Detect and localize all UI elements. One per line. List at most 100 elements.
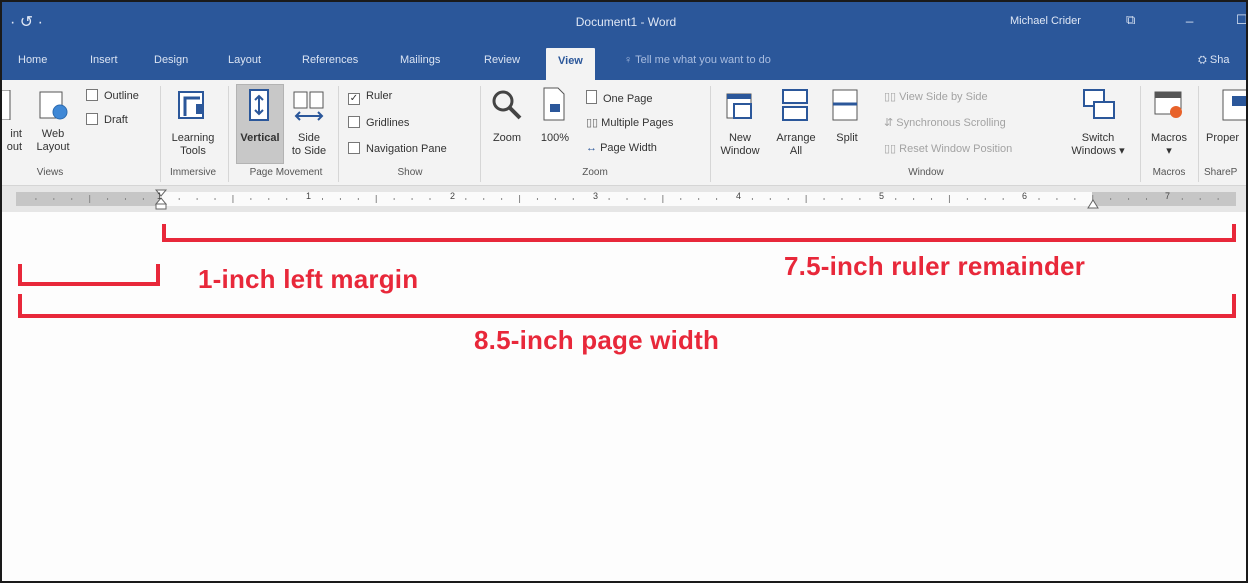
minimize-icon[interactable]: _ <box>1186 8 1193 23</box>
ruler-number: 7 <box>1165 191 1171 201</box>
group-separator <box>338 86 339 182</box>
multiple-pages-icon: ▯▯ <box>586 117 602 129</box>
ruler-number: 5 <box>879 191 885 201</box>
tab-view[interactable]: View <box>546 48 595 80</box>
new-window-button[interactable]: New Window <box>712 132 768 158</box>
properties-icon <box>1222 89 1246 121</box>
maximize-icon[interactable]: ☐ <box>1236 12 1246 28</box>
group-separator <box>1140 86 1141 182</box>
macros-icon <box>1154 91 1182 118</box>
ruler-number: 2 <box>450 191 456 201</box>
view-side-by-side-button[interactable]: ▯▯ View Side by Side <box>884 90 988 103</box>
tab-home[interactable]: Home <box>18 54 47 66</box>
ruler-number: 3 <box>593 191 599 201</box>
side-to-side-icon <box>293 91 324 121</box>
page-width-bracket <box>18 294 1236 318</box>
web-layout-icon <box>39 91 68 120</box>
ruler-number: 6 <box>1022 191 1028 201</box>
ruler-number: 1 <box>157 191 163 201</box>
zoom-magnifier-icon <box>492 90 522 120</box>
tab-mailings[interactable]: Mailings <box>400 54 440 66</box>
restore-icon[interactable]: ⧉ <box>1126 12 1135 28</box>
outline-icon <box>86 89 98 101</box>
title-bar: · ↺ · Document1 - Word Michael Crider ⧉ … <box>2 2 1246 42</box>
split-icon <box>832 89 858 121</box>
print-layout-icon <box>2 90 11 120</box>
page-width-icon: ↔ <box>586 142 601 154</box>
word-window: · ↺ · Document1 - Word Michael Crider ⧉ … <box>0 0 1248 583</box>
ribbon: int out Web Layout Outline Draft Views L… <box>2 80 1246 186</box>
tab-design[interactable]: Design <box>154 54 188 66</box>
page-width-button[interactable]: ↔ Page Width <box>586 142 657 154</box>
tab-references[interactable]: References <box>302 54 358 66</box>
group-separator <box>228 86 229 182</box>
group-separator <box>710 86 711 182</box>
group-label-views: Views <box>36 167 64 178</box>
web-layout-button[interactable]: Web Layout <box>32 128 74 154</box>
arrange-all-icon <box>782 89 808 121</box>
checkmark-icon: ✓ <box>348 93 360 105</box>
group-separator <box>1198 86 1199 182</box>
left-margin-annotation: 1-inch left margin <box>198 264 419 294</box>
group-label-sharepoint: ShareP <box>1204 167 1238 178</box>
side-to-side-button[interactable]: Side to Side <box>286 132 332 158</box>
horizontal-ruler[interactable]: 1 1 2 3 4 5 6 7 <box>2 189 1246 210</box>
switch-windows-icon <box>1083 89 1115 119</box>
group-label-page-movement: Page Movement <box>249 167 323 178</box>
ruler-ticks <box>35 195 1219 203</box>
vertical-icon <box>249 89 269 121</box>
user-name[interactable]: Michael Crider <box>1010 15 1081 27</box>
reset-window-position-icon: ▯▯ <box>884 143 900 155</box>
gridlines-checkbox[interactable]: Gridlines <box>348 116 409 129</box>
draft-icon <box>86 113 98 125</box>
reset-window-position-button[interactable]: ▯▯ Reset Window Position <box>884 142 1012 155</box>
switch-windows-button[interactable]: Switch Windows ▾ <box>1060 132 1136 158</box>
tell-me-box[interactable]: ♀ Tell me what you want to do <box>624 54 771 66</box>
tab-layout[interactable]: Layout <box>228 54 261 66</box>
split-button[interactable]: Split <box>828 132 866 145</box>
learning-tools-button[interactable]: Learning Tools <box>166 132 220 158</box>
group-separator <box>480 86 481 182</box>
tab-review[interactable]: Review <box>484 54 520 66</box>
view-side-by-side-icon: ▯▯ <box>884 91 900 103</box>
ribbon-tabs: Home Insert Design Layout References Mai… <box>2 42 1246 80</box>
multiple-pages-button[interactable]: ▯▯ Multiple Pages <box>586 116 673 129</box>
ruler-remainder-bracket <box>162 224 1236 242</box>
ruler-remainder-annotation: 7.5-inch ruler remainder <box>784 251 1086 281</box>
share-icon: ⛭ <box>1198 54 1210 66</box>
group-label-window: Window <box>908 167 944 178</box>
new-window-icon <box>726 93 752 119</box>
draft-button[interactable]: Draft <box>86 113 128 126</box>
unchecked-icon <box>348 116 360 128</box>
lightbulb-icon: ♀ <box>624 54 636 66</box>
zoom-button[interactable]: Zoom <box>484 132 530 145</box>
vertical-button[interactable]: Vertical <box>236 132 284 145</box>
print-layout-button[interactable]: int out <box>2 128 22 154</box>
synchronous-scrolling-button[interactable]: ⇵ Synchronous Scrolling <box>884 116 1006 129</box>
one-page-button[interactable]: One Page <box>586 90 653 105</box>
tab-insert[interactable]: Insert <box>90 54 118 66</box>
ruler-checkbox[interactable]: ✓ Ruler <box>348 90 392 105</box>
group-label-macros: Macros <box>1152 167 1186 178</box>
synchronous-scrolling-icon: ⇵ <box>884 117 897 129</box>
arrange-all-button[interactable]: Arrange All <box>768 132 824 158</box>
ruler-number: 1 <box>306 191 312 201</box>
ruler-bar: 1 1 2 3 4 5 6 7 <box>2 186 1246 212</box>
learning-tools-icon <box>178 91 204 119</box>
properties-button[interactable]: Proper <box>1206 132 1246 145</box>
one-page-icon <box>586 90 597 104</box>
outline-button[interactable]: Outline <box>86 89 139 102</box>
page-width-annotation: 8.5-inch page width <box>474 325 720 355</box>
group-label-zoom: Zoom <box>582 167 608 178</box>
share-button[interactable]: ⛭ Sha <box>1198 54 1229 67</box>
hundred-percent-button[interactable]: 100% <box>532 132 578 145</box>
ruler-number: 4 <box>736 191 742 201</box>
unchecked-icon <box>348 142 360 154</box>
right-indent-marker-icon[interactable] <box>1086 196 1100 210</box>
group-label-immersive: Immersive <box>169 167 217 178</box>
navigation-pane-checkbox[interactable]: Navigation Pane <box>348 142 447 155</box>
macros-button[interactable]: Macros ▾ <box>1144 132 1194 158</box>
left-margin-bracket <box>18 264 160 286</box>
group-separator <box>160 86 161 182</box>
group-label-show: Show <box>397 167 423 178</box>
